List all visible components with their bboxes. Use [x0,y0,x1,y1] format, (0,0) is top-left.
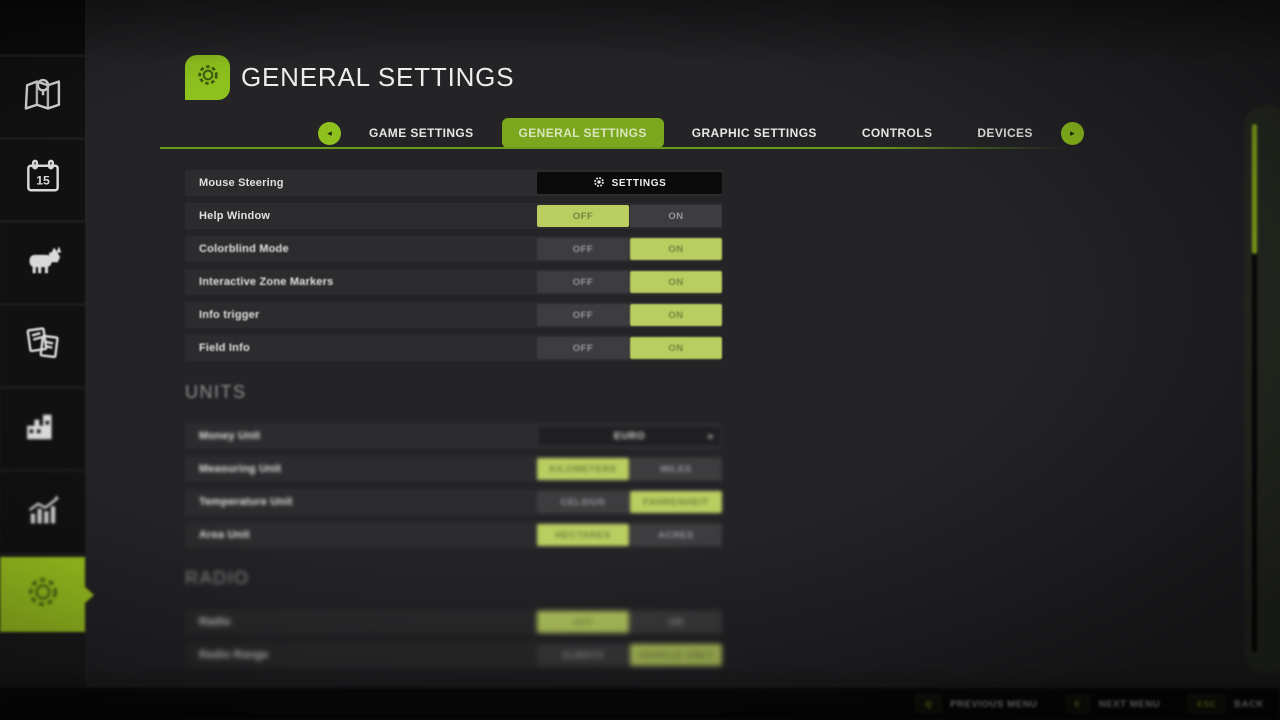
chevron-left-icon: ◂ [327,128,332,139]
toggle-on[interactable]: ON [630,337,722,359]
sidebar-item-general-settings[interactable] [0,557,85,632]
tab-underline [160,147,1068,149]
tab-controls[interactable]: CONTROLS [845,118,950,148]
toggle-always[interactable]: ALWAYS [537,644,629,666]
sidebar-item-contracts[interactable] [0,306,85,386]
setting-label: Temperature Unit [199,496,292,508]
calendar-icon: 15 [21,156,65,205]
setting-row-temperature-unit[interactable]: Temperature Unit CELSIUS FAHRENHEIT [185,489,722,515]
gear-icon [21,570,65,619]
chevron-right-icon: ▸ [1070,128,1075,139]
toggle-vehicle-only[interactable]: VEHICLE ONLY [630,644,722,666]
setting-row-mouse-steering[interactable]: Mouse Steering SETTINGS [185,170,722,196]
setting-row-interactive-zone-markers[interactable]: Interactive Zone Markers OFF ON [185,269,722,295]
dropdown-arrow-icon: ▸ [709,431,714,442]
hint-previous-menu[interactable]: Q PREVIOUS MENU [916,695,1038,713]
settings-group-mid: Colorblind Mode OFF ON Interactive Zone … [185,236,722,368]
setting-label: Info trigger [199,309,259,321]
tab-bar: ◂ GAME SETTINGS GENERAL SETTINGS GRAPHIC… [318,118,1084,148]
setting-row-radio[interactable]: Radio OFF ON [185,609,722,635]
gear-icon [193,60,223,95]
sidebar-spacer [0,0,85,54]
setting-label: Colorblind Mode [199,243,289,255]
sidebar: 15 [0,0,85,720]
sidebar-item-map[interactable] [0,57,85,137]
toggle-off[interactable]: OFF [537,611,629,633]
toggle-kilometers[interactable]: KILOMETERS [537,458,629,480]
tab-graphic-settings[interactable]: GRAPHIC SETTINGS [675,118,834,148]
toggle-on[interactable]: ON [630,271,722,293]
settings-group-top: Mouse Steering SETTINGS Help Window OFF … [185,170,722,236]
cow-icon [21,239,65,288]
chart-icon [21,488,65,537]
setting-label: Mouse Steering [199,177,284,189]
key-badge-esc: ESC [1188,695,1225,713]
toggle-on[interactable]: ON [630,611,722,633]
setting-row-money-unit[interactable]: Money Unit EURO ▸ [185,423,722,449]
key-badge: Q [916,695,941,713]
toggle-on[interactable]: ON [630,238,722,260]
hint-back[interactable]: ESC BACK [1188,695,1264,713]
toggle-miles[interactable]: MILES [630,458,722,480]
setting-row-info-trigger[interactable]: Info trigger OFF ON [185,302,722,328]
setting-row-radio-range[interactable]: Radio Range ALWAYS VEHICLE ONLY [185,642,722,668]
toggle-on[interactable]: ON [630,304,722,326]
section-heading-units: UNITS [185,382,247,403]
dropdown-value: EURO [614,431,645,442]
key-badge: E [1066,695,1090,713]
toggle-off[interactable]: OFF [537,271,629,293]
tab-general-settings[interactable]: GENERAL SETTINGS [502,118,664,148]
toggle-off[interactable]: OFF [537,238,629,260]
setting-row-field-info[interactable]: Field Info OFF ON [185,335,722,361]
setting-label: Help Window [199,210,270,222]
toggle-on[interactable]: ON [630,205,722,227]
toggle-off[interactable]: OFF [537,304,629,326]
setting-label: Field Info [199,342,250,354]
tabs-prev-button[interactable]: ◂ [318,122,341,145]
tabs-next-button[interactable]: ▸ [1061,122,1084,145]
setting-row-colorblind-mode[interactable]: Colorblind Mode OFF ON [185,236,722,262]
page-title: GENERAL SETTINGS [241,55,514,100]
map-icon [21,73,65,122]
sidebar-item-production[interactable] [0,389,85,469]
hint-next-menu[interactable]: E NEXT MENU [1066,695,1161,713]
section-heading-radio: RADIO [185,568,250,589]
tab-game-settings[interactable]: GAME SETTINGS [352,118,491,148]
general-settings-screen: 15 [0,0,1280,720]
sidebar-item-animals[interactable] [0,223,85,303]
setting-label: Money Unit [199,430,260,442]
units-group: Money Unit EURO ▸ Measuring Unit KILOMET… [185,423,722,555]
calendar-day: 15 [36,173,50,187]
radio-group: Radio OFF ON Radio Range ALWAYS VEHICLE … [185,609,722,675]
toggle-celsius[interactable]: CELSIUS [537,491,629,513]
toggle-acres[interactable]: ACRES [630,524,722,546]
setting-label: Measuring Unit [199,463,281,475]
toggle-off[interactable]: OFF [537,337,629,359]
scrollbar [1244,106,1280,674]
scrollbar-thumb[interactable] [1252,124,1257,254]
gear-icon [593,176,605,191]
footer-bar: Q PREVIOUS MENU E NEXT MENU ESC BACK [0,688,1280,720]
setting-label: Radio Range [199,649,268,661]
toggle-hectares[interactable]: HECTARES [537,524,629,546]
documents-icon [21,322,65,371]
sidebar-item-calendar[interactable]: 15 [0,140,85,220]
sidebar-item-statistics[interactable] [0,472,85,552]
toggle-off[interactable]: OFF [537,205,629,227]
setting-row-help-window[interactable]: Help Window OFF ON [185,203,722,229]
page-icon-badge [185,55,230,100]
toggle-fahrenheit[interactable]: FAHRENHEIT [630,491,722,513]
mouse-steering-settings-button[interactable]: SETTINGS [537,172,722,194]
setting-label: Area Unit [199,529,250,541]
setting-label: Interactive Zone Markers [199,276,333,288]
setting-row-measuring-unit[interactable]: Measuring Unit KILOMETERS MILES [185,456,722,482]
setting-row-area-unit[interactable]: Area Unit HECTARES ACRES [185,522,722,548]
money-unit-dropdown[interactable]: EURO ▸ [537,425,722,447]
factory-icon [21,405,65,454]
tab-devices[interactable]: DEVICES [960,118,1049,148]
setting-label: Radio [199,616,231,628]
